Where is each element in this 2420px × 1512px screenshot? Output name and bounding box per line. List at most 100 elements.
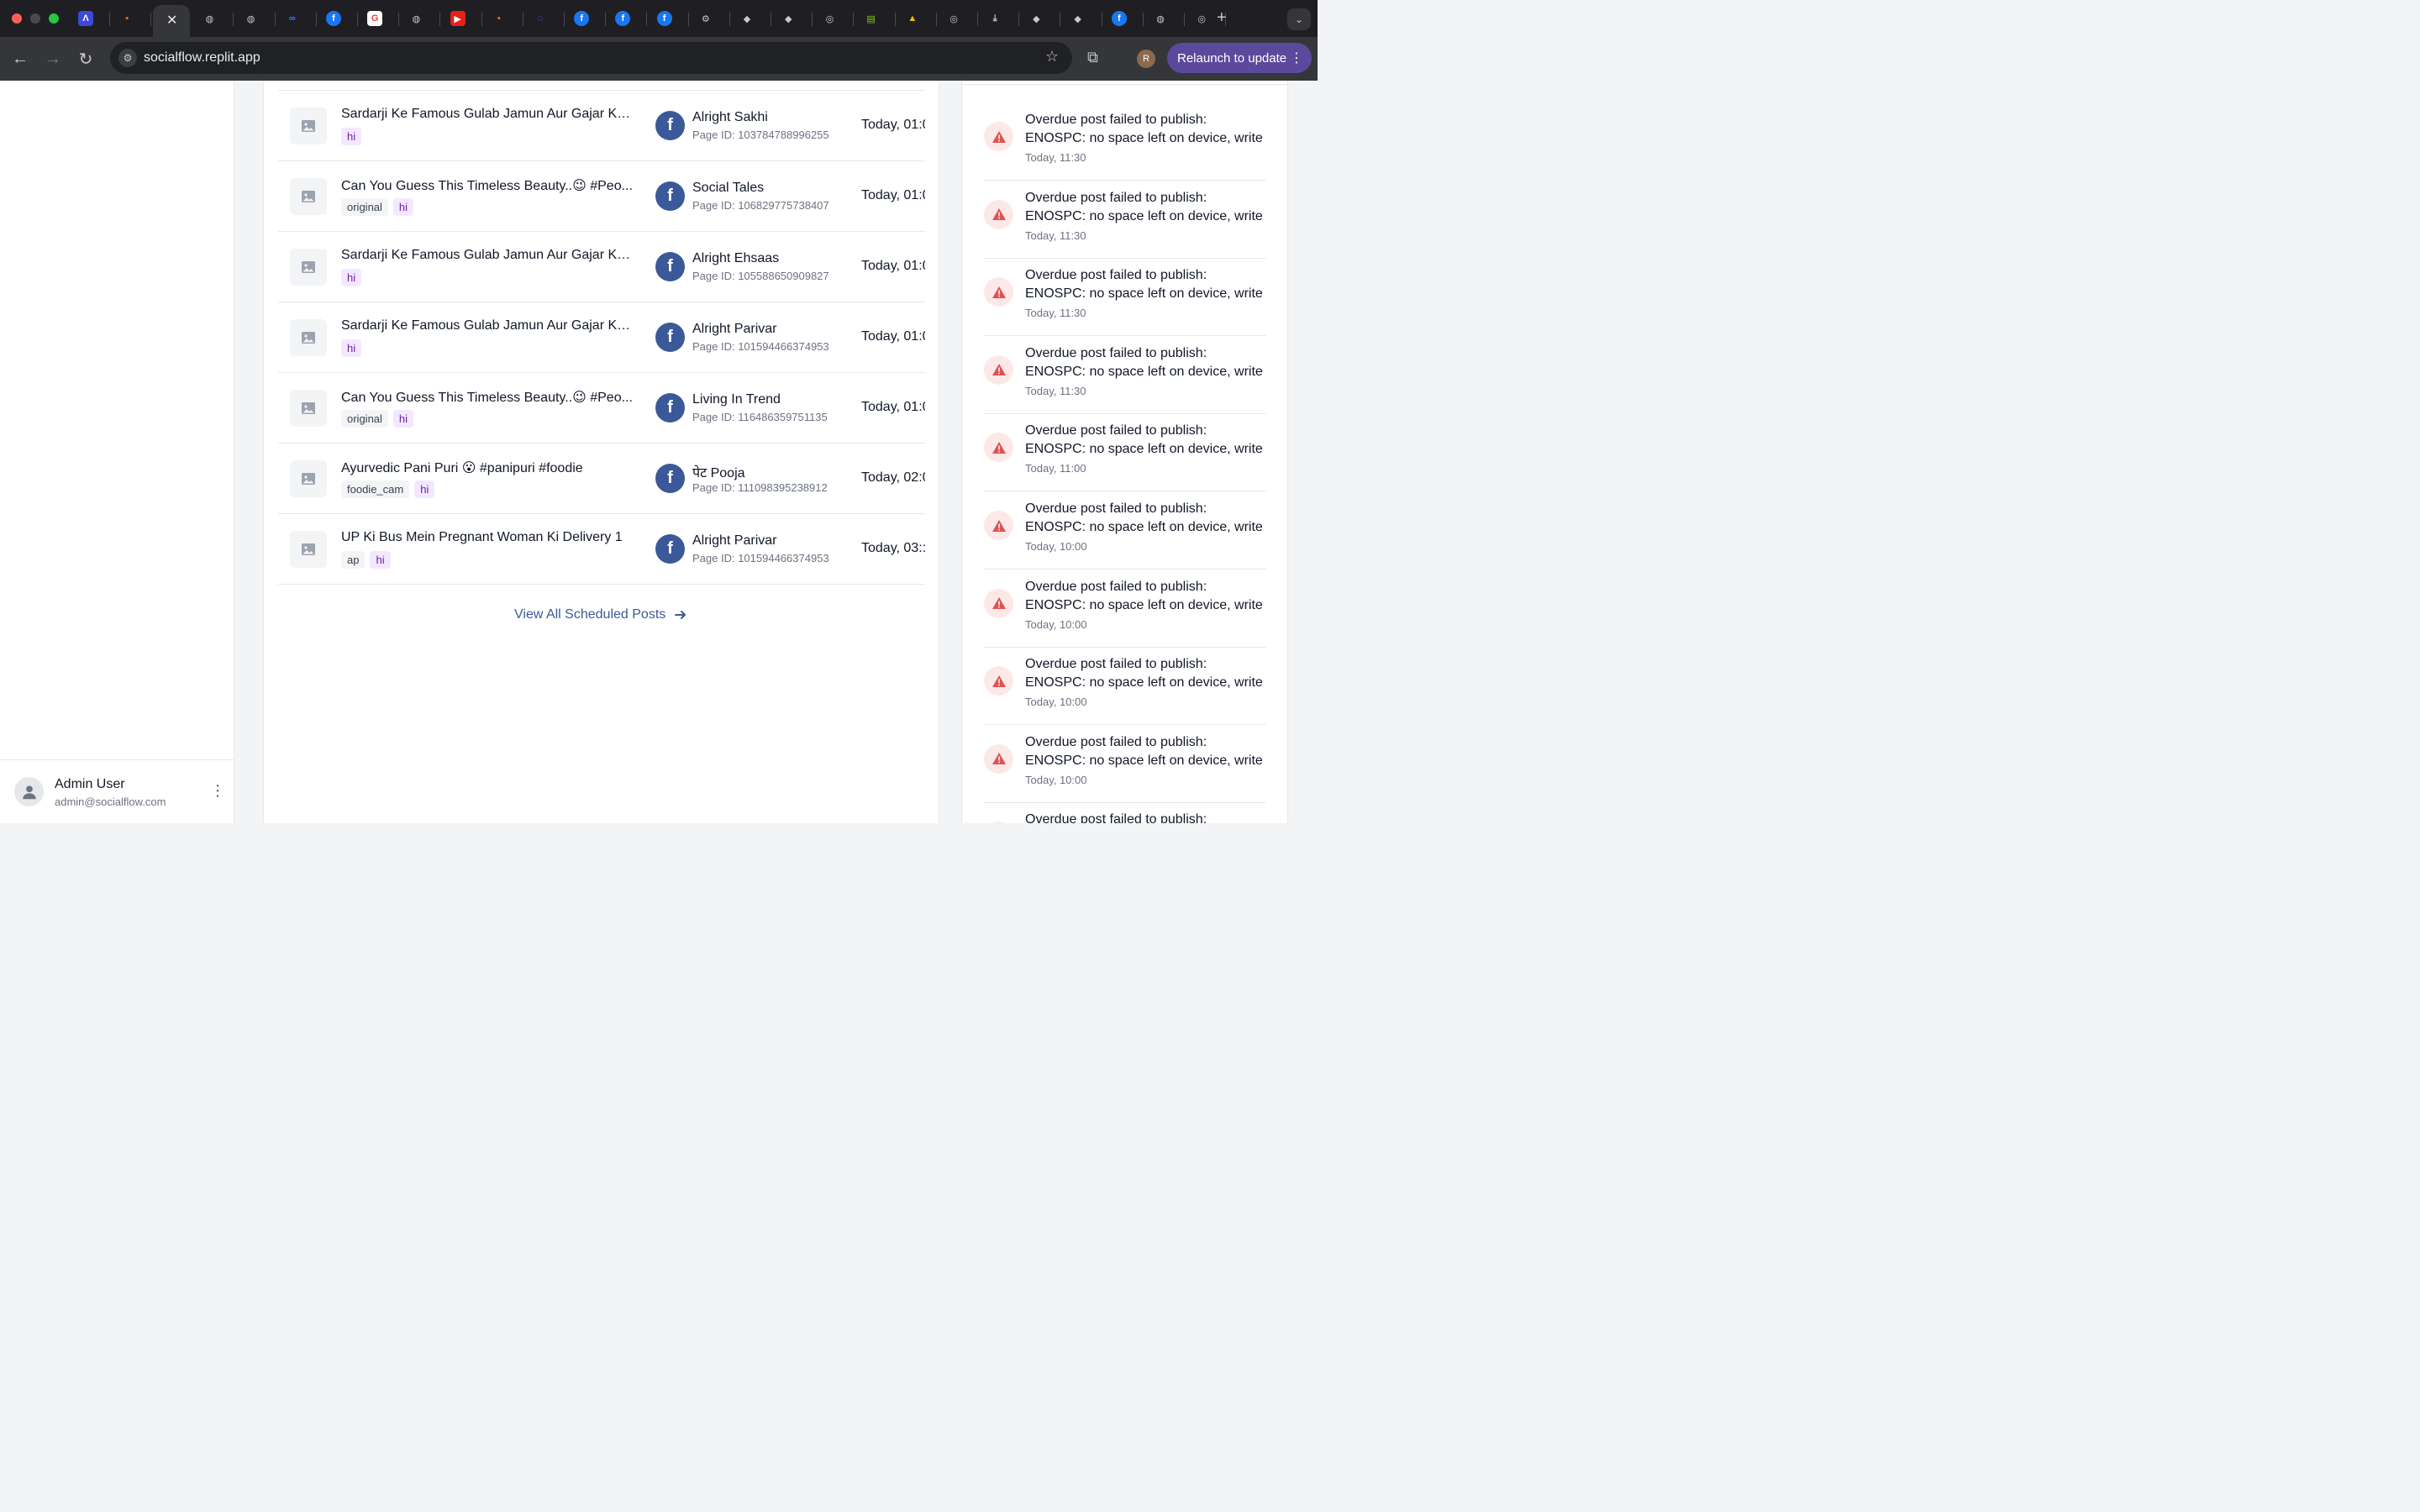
tab-box-icon[interactable]: ◆ [739, 11, 755, 26]
reload-button[interactable]: ↻ [76, 49, 96, 69]
more-vertical-icon[interactable]: ⋮ [210, 782, 225, 800]
warning-triangle-icon [984, 277, 1013, 307]
tab-replit-icon[interactable]: Λ [78, 11, 93, 26]
tab-box-icon[interactable]: ◆ [781, 11, 796, 26]
extensions-icon[interactable]: ⧉ [1087, 49, 1098, 66]
scheduled-time: Today, 01:0 [861, 259, 925, 273]
notification-item[interactable]: Overdue post failed to publish: ENOSPC: … [984, 258, 1266, 337]
notification-item[interactable]: Overdue post failed to publish: ENOSPC: … [984, 491, 1266, 570]
tab-loading-icon[interactable]: ◌ [533, 11, 548, 26]
tab-chrome-icon[interactable]: ◎ [822, 11, 837, 26]
close-window-button[interactable] [12, 13, 22, 24]
tab-active[interactable]: ✕ [153, 5, 190, 37]
minimize-window-button[interactable] [30, 13, 40, 24]
post-row[interactable]: Can You Guess This Timeless Beauty..😉 #P… [278, 373, 925, 444]
notification-item[interactable]: Overdue post failed to publish: ENOSPC: … [984, 181, 1266, 259]
notification-item[interactable]: Overdue post failed to publish: ENOSPC: … [984, 102, 1266, 181]
browser-menu-icon[interactable]: ⋮ [1290, 50, 1303, 66]
tab-youtube-icon[interactable]: ▶ [450, 11, 466, 26]
tab-facebook-icon[interactable]: f [656, 11, 672, 26]
tab-drive-icon[interactable]: ▲ [905, 11, 920, 26]
tab-globe-icon[interactable]: ◍ [408, 11, 424, 26]
relaunch-button[interactable]: Relaunch to update ⋮ [1167, 43, 1312, 73]
post-tag: original [341, 410, 388, 428]
warning-triangle-icon [984, 588, 1013, 618]
tab-gear-icon[interactable]: ⚙ [698, 11, 713, 26]
tab-grid-icon[interactable]: ▪ [119, 11, 134, 26]
tab-download-icon[interactable]: ⤓ [987, 11, 1002, 26]
post-tags: hi [341, 128, 362, 145]
post-row[interactable]: UP Ki Bus Mein Pregnant Woman Ki Deliver… [278, 514, 925, 585]
tab-chrome-icon[interactable]: ◎ [1194, 11, 1209, 26]
tab-globe-icon[interactable]: ◍ [244, 11, 259, 26]
page-name: पेट Pooja [692, 466, 745, 480]
back-button[interactable]: ← [10, 49, 30, 69]
bookmark-star-icon[interactable]: ☆ [1045, 48, 1059, 66]
new-tab-button[interactable]: + [1217, 8, 1227, 28]
post-tag: hi [341, 339, 362, 357]
tab-facebook-icon[interactable]: f [326, 11, 341, 26]
facebook-icon: f [655, 323, 685, 352]
post-tags: hi [341, 339, 362, 357]
post-title[interactable]: Sardarji Ke Famous Gulab Jamun Aur Gajar… [341, 107, 635, 122]
post-title[interactable]: Ayurvedic Pani Puri 😮 #panipuri #foodie [341, 459, 635, 476]
post-row[interactable]: Sardarji Ke Famous Gulab Jamun Aur Gajar… [278, 232, 925, 302]
notification-message: Overdue post failed to publish: ENOSPC: … [1025, 579, 1263, 612]
view-all-scheduled-posts-link[interactable]: View All Scheduled Posts [514, 607, 687, 622]
notification-message: Overdue post failed to publish: ENOSPC: … [1025, 268, 1263, 302]
tab-separator [812, 13, 813, 26]
tab-meta-icon[interactable]: ∞ [285, 11, 300, 26]
image-placeholder-icon [290, 319, 327, 356]
tab-facebook-icon[interactable]: f [1111, 11, 1127, 26]
post-row[interactable]: Sardarji Ke Famous Gulab Jamun Aur Gajar… [278, 302, 925, 373]
post-title[interactable]: Sardarji Ke Famous Gulab Jamun Aur Gajar… [341, 318, 635, 333]
tab-chrome-icon[interactable]: ◎ [946, 11, 961, 26]
notification-item[interactable]: Overdue post failed to publish: ENOSPC: … [984, 570, 1266, 648]
tab-box-icon[interactable]: ◆ [1071, 11, 1086, 26]
tab-google-icon[interactable]: G [367, 11, 383, 26]
page-name: Alright Ehsaas [692, 251, 780, 265]
notification-time: Today, 11:30 [1025, 307, 1086, 320]
notification-item[interactable]: Overdue post failed to publish: ENOSPC: … [984, 647, 1266, 726]
post-title[interactable]: Can You Guess This Timeless Beauty..😉 #P… [341, 389, 635, 406]
forward-button[interactable]: → [43, 49, 63, 69]
tab-grid-icon[interactable]: ▪ [492, 11, 507, 26]
maximize-window-button[interactable] [49, 13, 59, 24]
image-placeholder-icon [290, 390, 327, 427]
notification-time: Today, 11:30 [1025, 384, 1086, 397]
url-text[interactable]: socialflow.replit.app [144, 50, 260, 66]
post-title[interactable]: Can You Guess This Timeless Beauty..😉 #P… [341, 177, 635, 194]
tab-search-button[interactable]: ⌄ [1287, 8, 1311, 30]
tab-clapper-icon[interactable]: ▤ [864, 11, 879, 26]
notification-item[interactable]: Overdue post failed to publish: ENOSPC: … [984, 336, 1266, 414]
view-all-label: View All Scheduled Posts [514, 607, 666, 622]
tab-globe-icon[interactable]: ◍ [1153, 11, 1168, 26]
post-title[interactable]: Sardarji Ke Famous Gulab Jamun Aur Gajar… [341, 248, 635, 263]
post-row[interactable]: Ayurvedic Pani Puri 😮 #panipuri #foodie … [278, 444, 925, 514]
notification-item[interactable]: Overdue post failed to publish: ENOSPC: … [984, 725, 1266, 803]
close-tab-icon[interactable]: ✕ [166, 12, 177, 29]
page-id: Page ID: 105588650909827 [692, 270, 829, 282]
tab-separator [439, 13, 441, 26]
warning-triangle-icon [984, 822, 1013, 823]
post-row[interactable]: Can You Guess This Timeless Beauty..😉 #P… [278, 161, 925, 232]
user-profile[interactable]: Admin User admin@socialflow.com ⋮ [0, 759, 234, 823]
tab-facebook-icon[interactable]: f [615, 11, 631, 26]
warning-triangle-icon [984, 511, 1013, 540]
notification-item[interactable]: Overdue post failed to publish: ENOSPC: [984, 802, 1266, 823]
notification-item[interactable]: Overdue post failed to publish: ENOSPC: … [984, 413, 1266, 492]
tab-separator [1142, 13, 1144, 26]
post-row[interactable]: Sardarji Ke Famous Gulab Jamun Aur Gajar… [278, 91, 925, 161]
post-title[interactable]: UP Ki Bus Mein Pregnant Woman Ki Deliver… [341, 530, 635, 545]
tab-facebook-icon[interactable]: f [574, 11, 590, 26]
tab-separator [935, 13, 937, 26]
site-info-icon[interactable]: ⚙ [118, 49, 137, 67]
profile-avatar[interactable]: R [1137, 50, 1155, 68]
tab-globe-icon[interactable]: ◍ [202, 11, 217, 26]
page-id: Page ID: 116486359751135 [692, 411, 828, 423]
tab-box-icon[interactable]: ◆ [1028, 11, 1044, 26]
page-id: Page ID: 111098395238912 [692, 481, 828, 494]
tab-separator [853, 13, 855, 26]
tab-separator [398, 13, 400, 26]
address-bar[interactable]: ⚙ socialflow.replit.app ☆ [110, 42, 1072, 74]
